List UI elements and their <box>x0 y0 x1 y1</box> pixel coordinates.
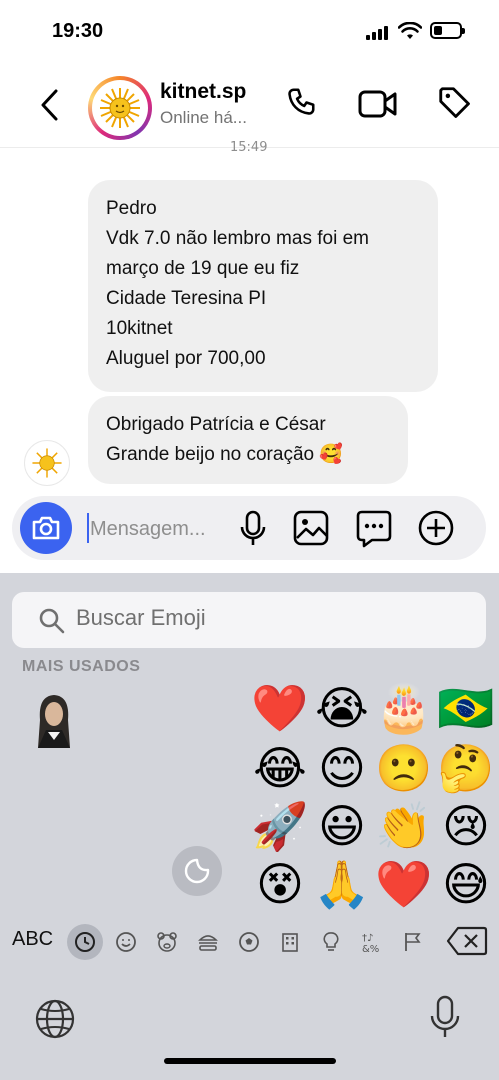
sender-avatar[interactable] <box>24 440 70 486</box>
svg-text:†♪: †♪ <box>362 933 373 944</box>
message-line: Grande beijo no coração 🥰 <box>106 444 344 465</box>
clock-icon <box>75 932 95 952</box>
activity-category-tab[interactable] <box>231 924 267 960</box>
message-input[interactable] <box>90 514 230 544</box>
emoji-key[interactable]: 🇧🇷 <box>436 680 496 736</box>
building-icon <box>282 933 298 952</box>
delete-icon[interactable] <box>446 926 488 956</box>
cellular-signal-icon <box>366 24 388 40</box>
abc-keyboard-button[interactable]: ABC <box>12 928 53 951</box>
smiley-icon <box>116 932 136 952</box>
video-call-icon[interactable] <box>358 88 398 120</box>
travel-category-tab[interactable] <box>272 924 308 960</box>
emoji-search-placeholder: Buscar Emoji <box>76 605 206 630</box>
message-line: março de 19 que eu fiz <box>106 258 300 279</box>
flag-icon <box>405 933 421 951</box>
message-timestamp: 15:49 <box>230 140 268 155</box>
recent-category-tab[interactable] <box>67 924 103 960</box>
symbols-category-tab[interactable]: †♪ &% <box>354 924 390 960</box>
emoji-key[interactable]: 🤔 <box>436 740 496 796</box>
sticker-thumbnail[interactable] <box>34 690 74 750</box>
emoji-key[interactable]: 😃 <box>312 798 372 854</box>
camera-button[interactable] <box>20 502 72 554</box>
message-line: Cidade Teresina PI <box>106 288 267 309</box>
emoji-key[interactable]: 😵 <box>250 856 310 912</box>
lightbulb-icon <box>323 932 339 951</box>
dictation-microphone-icon[interactable] <box>428 994 462 1040</box>
soccer-ball-icon <box>239 932 259 952</box>
emoji-key[interactable]: 🎂 <box>374 680 434 736</box>
emoji-key[interactable]: 🙏 <box>312 856 372 912</box>
emoji-key[interactable]: 😊 <box>312 740 372 796</box>
emoji-key[interactable]: 😭 <box>312 680 372 736</box>
symbols-icon: †♪&% <box>362 933 379 954</box>
emoji-key[interactable]: ❤️ <box>374 856 434 912</box>
burger-icon <box>198 935 218 951</box>
contact-avatar[interactable] <box>88 76 152 140</box>
emoji-key[interactable]: 😢 <box>436 798 496 854</box>
frequently-used-label: MAIS USADOS <box>22 658 141 675</box>
animals-category-tab[interactable] <box>149 924 185 960</box>
svg-text:&%: &% <box>362 944 379 954</box>
message-line: Obrigado Patrícia e César <box>106 414 326 435</box>
contact-name[interactable]: kitnet.sp <box>160 80 246 104</box>
message-bubble[interactable]: Obrigado Patrícia e César Grande beijo n… <box>88 396 408 484</box>
microphone-icon[interactable] <box>238 510 268 548</box>
online-status: Online há... <box>160 108 247 127</box>
emoji-key[interactable]: 🚀 <box>250 798 310 854</box>
back-arrow-icon[interactable] <box>38 88 62 122</box>
bear-icon <box>157 932 177 952</box>
message-line: 10kitnet <box>106 318 173 339</box>
emoji-key[interactable]: 👏 <box>374 798 434 854</box>
wifi-icon <box>398 22 422 39</box>
objects-category-tab[interactable] <box>313 924 349 960</box>
tag-icon[interactable] <box>436 84 474 122</box>
flags-category-tab[interactable] <box>395 924 431 960</box>
message-line: Aluguel por 700,00 <box>106 348 266 369</box>
search-icon <box>39 608 65 634</box>
sticker-button[interactable] <box>172 846 222 896</box>
camera-icon <box>32 516 60 540</box>
emoji-key[interactable]: 😂 <box>250 740 310 796</box>
smileys-category-tab[interactable] <box>108 924 144 960</box>
emoji-key[interactable]: 🙁 <box>374 740 434 796</box>
sun-logo-icon <box>100 88 140 128</box>
globe-icon[interactable] <box>34 998 76 1040</box>
plus-circle-icon[interactable] <box>418 510 454 546</box>
emoji-key[interactable]: ❤️ <box>250 680 310 736</box>
gallery-icon[interactable] <box>293 510 329 546</box>
phone-icon[interactable] <box>284 86 320 122</box>
chat-bubble-icon[interactable] <box>356 510 392 548</box>
message-line: Pedro <box>106 198 157 219</box>
message-bubble[interactable]: Pedro Vdk 7.0 não lembro mas foi em març… <box>88 180 438 392</box>
message-line: Vdk 7.0 não lembro mas foi em <box>106 228 369 249</box>
home-indicator[interactable] <box>164 1058 336 1064</box>
sun-logo-icon <box>32 448 62 478</box>
food-category-tab[interactable] <box>190 924 226 960</box>
battery-icon <box>430 22 465 39</box>
text-cursor <box>87 513 89 543</box>
emoji-key[interactable]: 😅 <box>436 856 496 912</box>
status-time: 19:30 <box>52 20 104 42</box>
sticker-icon <box>184 858 210 884</box>
